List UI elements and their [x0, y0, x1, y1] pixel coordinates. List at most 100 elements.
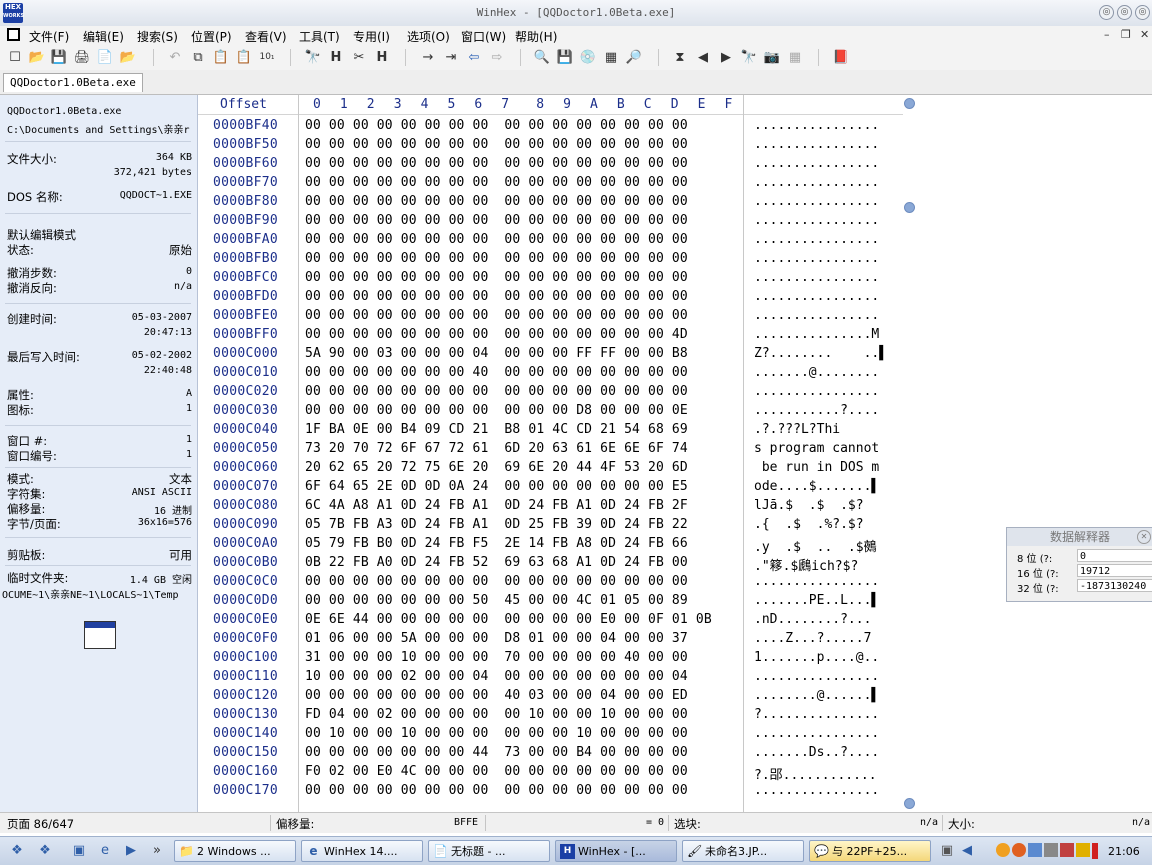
help-window-button[interactable]: ◎ [1099, 5, 1114, 20]
goto-page-icon[interactable]: ⇥ [442, 49, 460, 66]
open-disk-icon[interactable]: 💿 [579, 49, 597, 66]
show-desktop-icon[interactable]: ▣ [70, 842, 88, 860]
hex-row[interactable]: 0000C0F0 01 06 00 00 5A 00 00 00 D8 01 00… [198, 629, 903, 648]
row-hex-bytes[interactable]: 00 00 00 00 00 00 00 00 00 00 00 00 00 0… [305, 327, 688, 342]
row-hex-bytes[interactable]: 00 00 00 00 00 00 00 00 00 00 00 00 00 0… [305, 574, 688, 589]
mdi-minimize-button[interactable]: – [1104, 28, 1110, 41]
hex-row[interactable]: 0000C060 20 62 65 20 72 75 6E 20 69 6E 20… [198, 458, 903, 477]
row-ascii-text[interactable]: ................ [754, 289, 879, 304]
hex-row[interactable]: 0000C020 00 00 00 00 00 00 00 00 00 00 00… [198, 382, 903, 401]
open-folder-icon[interactable]: 📂 [119, 49, 137, 66]
row-ascii-text[interactable]: ...........?.... [754, 403, 879, 418]
row-hex-bytes[interactable]: 00 00 00 00 00 00 00 00 00 00 00 00 00 0… [305, 384, 688, 399]
row-hex-bytes[interactable]: 1F BA 0E 00 B4 09 CD 21 B8 01 4C CD 21 5… [305, 422, 688, 437]
row-ascii-text[interactable]: ................ [754, 669, 879, 684]
task-notepad[interactable]: 📄 无标题 - ... [428, 840, 550, 862]
row-ascii-text[interactable]: ................ [754, 270, 879, 285]
title-bar[interactable]: HEX WORKS WinHex - [QQDoctor1.0Beta.exe]… [0, 0, 1152, 27]
hex-row[interactable]: 0000BF90 00 00 00 00 00 00 00 00 00 00 00… [198, 211, 903, 230]
tab-qqdoctor-file[interactable]: QQDoctor1.0Beta.exe [3, 73, 143, 92]
next-icon[interactable]: ▶ [717, 49, 735, 66]
clock[interactable]: 21:06 [1108, 845, 1140, 858]
row-ascii-text[interactable]: ................ [754, 137, 879, 152]
row-ascii-text[interactable]: ...............M [754, 327, 879, 342]
interpreter-value-32bit[interactable]: -1873130240 [1077, 579, 1152, 592]
row-hex-bytes[interactable]: 00 00 00 00 00 00 00 44 73 00 00 B4 00 0… [305, 745, 688, 760]
menu-help[interactable]: 帮助(H) [515, 28, 557, 45]
row-hex-bytes[interactable]: 6F 64 65 2E 0D 0D 0A 24 00 00 00 00 00 0… [305, 479, 688, 494]
row-hex-bytes[interactable]: 05 7B FB A3 0D 24 FB A1 0D 25 FB 39 0D 2… [305, 517, 688, 532]
ram-editor-icon[interactable]: 💾 [556, 49, 574, 66]
row-hex-bytes[interactable]: 00 00 00 00 00 00 00 00 00 00 00 D8 00 0… [305, 403, 688, 418]
hex-row[interactable]: 0000C140 00 10 00 00 10 00 00 00 00 00 00… [198, 724, 903, 743]
security-icon[interactable] [1076, 843, 1090, 857]
row-hex-bytes[interactable]: 00 00 00 00 00 00 00 00 00 00 00 00 00 0… [305, 270, 688, 285]
row-ascii-text[interactable]: lJā.$ .$ .$? [754, 498, 864, 513]
row-hex-bytes[interactable]: F0 02 00 E0 4C 00 00 00 00 00 00 00 00 0… [305, 764, 688, 779]
zoom-icon[interactable]: 🔎 [625, 49, 643, 66]
row-ascii-text[interactable]: ?............... [754, 707, 879, 722]
row-ascii-text[interactable]: .?.???L?Thi [754, 422, 840, 437]
taskbar-scroll-icon[interactable]: ▣ [938, 842, 956, 860]
task-windows-explorer[interactable]: 📁 2 Windows ... [174, 840, 296, 862]
hex-row[interactable]: 0000BFA0 00 00 00 00 00 00 00 00 00 00 00… [198, 230, 903, 249]
scroll-down-icon[interactable] [904, 798, 915, 809]
hex-row[interactable]: 0000C030 00 00 00 00 00 00 00 00 00 00 00… [198, 401, 903, 420]
hex-row[interactable]: 0000C150 00 00 00 00 00 00 00 44 73 00 00… [198, 743, 903, 762]
find-text-icon[interactable]: 🔭 [304, 49, 322, 66]
row-hex-bytes[interactable]: 31 00 00 00 10 00 00 00 70 00 00 00 00 4… [305, 650, 688, 665]
row-ascii-text[interactable]: ode....$.......▌ [754, 479, 879, 494]
hex-row[interactable]: 0000BF60 00 00 00 00 00 00 00 00 00 00 00… [198, 154, 903, 173]
document-window-icon[interactable] [7, 28, 20, 41]
menu-tools[interactable]: 工具(T) [299, 28, 340, 45]
row-hex-bytes[interactable]: 00 00 00 00 00 00 00 00 00 00 00 00 00 0… [305, 175, 688, 190]
menu-position[interactable]: 位置(P) [191, 28, 232, 45]
previous-icon[interactable]: ◀ [694, 49, 712, 66]
hex-row[interactable]: 0000BFD0 00 00 00 00 00 00 00 00 00 00 00… [198, 287, 903, 306]
hex-row[interactable]: 0000C0C0 00 00 00 00 00 00 00 00 00 00 00… [198, 572, 903, 591]
row-hex-bytes[interactable]: 00 00 00 00 00 00 00 00 00 00 00 00 00 0… [305, 232, 688, 247]
hex-row[interactable]: 0000C070 6F 64 65 2E 0D 0D 0A 24 00 00 00… [198, 477, 903, 496]
interpreter-value-8bit[interactable]: 0 [1077, 549, 1152, 562]
hex-row[interactable]: 0000BFE0 00 00 00 00 00 00 00 00 00 00 00… [198, 306, 903, 325]
mdi-close-button[interactable]: ✕ [1140, 28, 1149, 41]
back-icon[interactable]: ⇦ [465, 49, 483, 66]
row-hex-bytes[interactable]: 01 06 00 00 5A 00 00 00 D8 01 00 00 04 0… [305, 631, 688, 646]
hex-editor-view[interactable]: Offset 0 1 2 3 4 5 6 7 8 9 A B C D E F 0000BF40 00 00 00… [198, 95, 903, 812]
hex-row[interactable]: 0000C0B0 0B 22 FB A0 0D 24 FB 52 69 63 68… [198, 553, 903, 574]
copy-hex-icon[interactable]: 10₁ [258, 49, 276, 66]
replace-hex-icon[interactable]: H [373, 49, 391, 66]
language-arrow-icon[interactable]: ◀ [958, 842, 976, 860]
undo-icon[interactable]: ↶ [166, 49, 184, 66]
row-hex-bytes[interactable]: 00 00 00 00 00 00 00 00 00 00 00 00 00 0… [305, 156, 688, 171]
row-ascii-text[interactable]: .{ .$ .%?.$? [754, 517, 864, 532]
hex-row[interactable]: 0000C040 1F BA 0E 00 B4 09 CD 21 B8 01 4C… [198, 420, 903, 439]
hex-row[interactable]: 0000C050 73 20 70 72 6F 67 72 61 6D 20 63… [198, 439, 903, 458]
row-ascii-text[interactable]: s program cannot [754, 441, 879, 456]
row-ascii-text[interactable]: ................ [754, 251, 879, 266]
hex-row[interactable]: 0000C0A0 05 79 FB B0 0D 24 FB F5 2E 14 FB… [198, 534, 903, 555]
row-ascii-text[interactable]: ................ [754, 118, 879, 133]
menu-specialist[interactable]: 专用(I) [353, 28, 390, 45]
row-hex-bytes[interactable]: 73 20 70 72 6F 67 72 61 6D 20 63 61 6E 6… [305, 441, 688, 456]
quick-launch-icon[interactable]: ❖ [36, 842, 54, 860]
hex-row[interactable]: 0000C080 6C 4A A8 A1 0D 24 FB A1 0D 24 FB… [198, 496, 903, 515]
row-ascii-text[interactable]: ................ [754, 384, 879, 399]
camera-icon[interactable]: 📷 [763, 49, 781, 66]
row-hex-bytes[interactable]: 00 00 00 00 00 00 00 00 00 00 00 00 00 0… [305, 137, 688, 152]
row-hex-bytes[interactable]: 00 00 00 00 00 00 00 40 00 00 00 00 00 0… [305, 365, 688, 380]
menu-view[interactable]: 查看(V) [245, 28, 287, 45]
row-ascii-text[interactable]: ................ [754, 783, 879, 798]
row-ascii-text[interactable]: .......Ds..?.... [754, 745, 879, 760]
menu-options[interactable]: 选项(O) [407, 28, 450, 45]
vertical-scrollbar[interactable] [903, 95, 917, 812]
hex-row[interactable]: 0000C130 FD 04 00 02 00 00 00 00 00 10 00… [198, 705, 903, 724]
open-file-icon[interactable]: 📂 [28, 49, 46, 66]
hex-row[interactable]: 0000BF50 00 00 00 00 00 00 00 00 00 00 00… [198, 135, 903, 154]
save-icon[interactable]: 💾 [50, 49, 68, 66]
paste-write-icon[interactable]: 📋 [235, 49, 253, 66]
row-hex-bytes[interactable]: 0B 22 FB A0 0D 24 FB 52 69 63 68 A1 0D 2… [305, 555, 688, 570]
row-hex-bytes[interactable]: 00 10 00 00 10 00 00 00 00 00 00 10 00 0… [305, 726, 688, 741]
tray-app-icon[interactable] [1012, 843, 1026, 857]
row-hex-bytes[interactable]: 00 00 00 00 00 00 00 00 40 03 00 00 04 0… [305, 688, 688, 703]
